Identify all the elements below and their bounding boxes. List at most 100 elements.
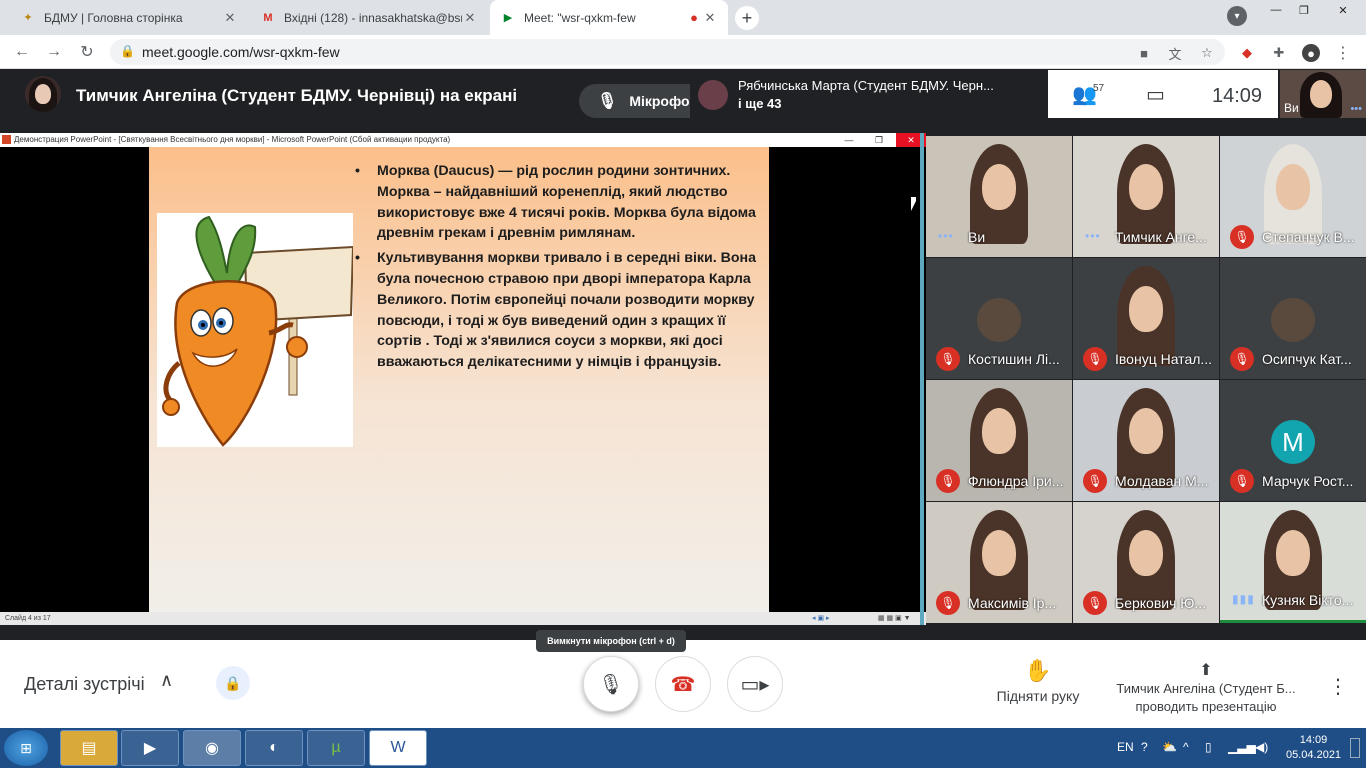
back-icon[interactable]: ← — [12, 42, 32, 62]
reload-icon[interactable]: ↻ — [77, 42, 97, 62]
participant-tile[interactable]: 🎙 Беркович Ю... — [1073, 502, 1219, 623]
tab-meet[interactable]: ▶ Meet: "wsr-qxkm-few ● ✕ — [490, 0, 728, 35]
tab-title: Вхідні (128) - innasakhatska@bsm — [284, 10, 462, 25]
address-bar[interactable]: 🔒 meet.google.com/wsr-qxkm-few — [110, 39, 1225, 65]
start-button[interactable]: ⊞ — [4, 730, 48, 766]
meeting-details-label[interactable]: Деталі зустрічі — [24, 674, 145, 695]
speaking-indicator-icon: ••• — [938, 229, 954, 243]
participant-tile[interactable]: 🎙 Івонуц Натал... — [1073, 258, 1219, 379]
participant-tile[interactable]: 🎙 Флюндра Іри... — [926, 380, 1072, 501]
participant-face — [1129, 530, 1163, 576]
pp-minimize-button[interactable]: — — [834, 133, 864, 147]
pp-restore-button[interactable]: ❐ — [864, 133, 894, 147]
participant-tile[interactable]: 🎙 Максимів Ір... — [926, 502, 1072, 623]
mic-off-icon: 🎙 — [936, 591, 960, 615]
participant-tile[interactable]: ▮▮▮ Кузняк Вікто... — [1220, 502, 1366, 623]
speaking-indicator-icon: ••• — [1350, 103, 1362, 115]
participant-tile[interactable]: M 🎙 Марчук Рост... — [1220, 380, 1366, 501]
present-screen-icon: ⬆ — [1199, 662, 1213, 679]
mic-tooltip: Вимкнути мікрофон (ctrl + d) — [536, 630, 686, 652]
tab-title: Meet: "wsr-qxkm-few — [524, 10, 636, 25]
camera-icon[interactable]: ■ — [1135, 44, 1153, 62]
tab-gmail[interactable]: M Вхідні (128) - innasakhatska@bsm ✕ — [250, 0, 488, 35]
microphone-icon: 🎙 — [597, 93, 618, 110]
video-camera-icon: ▭▸ — [740, 673, 770, 696]
participant-name: Максимів Ір... — [968, 595, 1057, 611]
language-indicator[interactable]: EN — [1117, 740, 1134, 754]
participant-face — [1129, 164, 1163, 210]
word-icon[interactable]: W — [369, 730, 427, 766]
hand-icon: ✋ — [1024, 658, 1052, 683]
chrome-icon[interactable]: ◉ — [183, 730, 241, 766]
show-hidden-icons-icon[interactable]: ^ — [1183, 740, 1189, 754]
present-now-button[interactable]: ⬆ Тимчик Ангеліна (Студент Б... проводит… — [1108, 662, 1304, 716]
bookmark-star-icon[interactable]: ☆ — [1198, 44, 1216, 62]
mic-toggle-button[interactable]: 🎙 — [583, 656, 639, 712]
participant-face — [982, 164, 1016, 210]
notifications-icon[interactable] — [1350, 738, 1360, 758]
media-player-icon[interactable]: ▶ — [121, 730, 179, 766]
presentation-border — [920, 133, 924, 625]
raise-hand-label: Підняти руку — [996, 688, 1080, 704]
translate-icon[interactable]: 文 — [1166, 44, 1184, 62]
file-explorer-icon[interactable]: ▤ — [60, 730, 118, 766]
battery-icon[interactable]: ▯ — [1205, 740, 1212, 754]
participant-grid: ••• Ви ••• Тимчик Анге... 🎙 Степанчук В... 🎙 Ко… — [926, 136, 1366, 626]
extension-icon[interactable]: ◆ — [1238, 44, 1256, 62]
host-controls-shield-icon[interactable]: 🔒 — [216, 666, 250, 700]
join-notification: Рябчинська Марта (Студент БДМУ. Черн... … — [690, 70, 1048, 118]
participant-face — [1276, 530, 1310, 576]
profile-avatar[interactable]: ● — [1302, 44, 1320, 62]
participant-tile[interactable]: 🎙 Осипчук Кат... — [1220, 258, 1366, 379]
slideshow-nav-icon[interactable]: ◂ ▣ ▸ — [812, 612, 830, 625]
taskbar-time: 14:09 — [1299, 734, 1328, 746]
presenter-avatar — [25, 76, 61, 112]
close-window-button[interactable]: ✕ — [1320, 0, 1366, 20]
tab-search-icon[interactable]: ▾ — [1227, 6, 1247, 26]
minimize-window-button[interactable]: — — [1262, 0, 1290, 20]
close-icon[interactable]: ✕ — [222, 10, 238, 26]
extensions-puzzle-icon[interactable]: ✚ — [1270, 44, 1288, 62]
more-options-icon[interactable]: ⋮ — [1328, 674, 1348, 699]
mic-off-icon: 🎙 — [1230, 469, 1254, 493]
maximize-window-button[interactable]: ❐ — [1290, 0, 1318, 20]
chat-icon[interactable]: ▭ — [1146, 82, 1165, 107]
browser-tab-strip: ✦ БДМУ | Головна сторінка ✕ M Вхідні (12… — [0, 0, 1366, 35]
tab-bdmu[interactable]: ✦ БДМУ | Головна сторінка ✕ — [10, 0, 248, 35]
forward-icon[interactable]: → — [44, 42, 64, 62]
participant-tile[interactable]: 🎙 Костишин Лі... — [926, 258, 1072, 379]
cloud-icon[interactable]: ⛅ — [1162, 740, 1177, 754]
leave-call-button[interactable]: ☎ — [655, 656, 711, 712]
help-icon[interactable]: ? — [1141, 740, 1148, 754]
edge-icon[interactable]: ◐ — [245, 730, 303, 766]
participant-face — [982, 408, 1016, 454]
participant-tile[interactable]: 🎙 Степанчук В... — [1220, 136, 1366, 257]
mic-off-icon: 🎙 — [936, 347, 960, 371]
camera-toggle-button[interactable]: ▭▸ — [727, 656, 783, 712]
raise-hand-button[interactable]: ✋ Підняти руку — [990, 658, 1086, 704]
participant-name: Степанчук В... — [1262, 229, 1355, 245]
powerpoint-status-bar: Слайд 4 из 17 ◂ ▣ ▸ ▦ ▦ ▣ ▼ — [0, 612, 926, 625]
network-icon[interactable]: ▁▃▅ — [1228, 740, 1256, 754]
browser-menu-icon[interactable]: ⋮ — [1334, 44, 1352, 62]
self-preview-tile[interactable]: Ви ••• — [1280, 70, 1366, 118]
view-buttons-icon[interactable]: ▦ ▦ ▣ ▼ — [878, 612, 911, 625]
participant-name: Флюндра Іри... — [968, 473, 1064, 489]
close-icon[interactable]: ✕ — [702, 10, 718, 26]
participant-face — [1276, 164, 1310, 210]
chevron-up-icon[interactable]: ∧ — [160, 670, 173, 691]
participant-tile[interactable]: 🎙 Молдаван М... — [1073, 380, 1219, 501]
presenting-line-1: Тимчик Ангеліна (Студент Б... — [1116, 681, 1296, 696]
avatar — [1271, 298, 1315, 342]
participant-name: Костишин Лі... — [968, 351, 1060, 367]
close-icon[interactable]: ✕ — [462, 10, 478, 26]
participant-tile[interactable]: ••• Тимчик Анге... — [1073, 136, 1219, 257]
speaking-indicator-icon: ▮▮▮ — [1232, 592, 1255, 606]
mouse-cursor-icon — [911, 197, 916, 211]
taskbar-clock[interactable]: 14:09 05.04.2021 — [1286, 733, 1341, 763]
participant-tile[interactable]: ••• Ви — [926, 136, 1072, 257]
participant-name: Ви — [968, 229, 986, 245]
utorrent-icon[interactable]: µ — [307, 730, 365, 766]
volume-icon[interactable]: ◀) — [1255, 740, 1268, 754]
new-tab-button[interactable]: + — [735, 6, 759, 30]
